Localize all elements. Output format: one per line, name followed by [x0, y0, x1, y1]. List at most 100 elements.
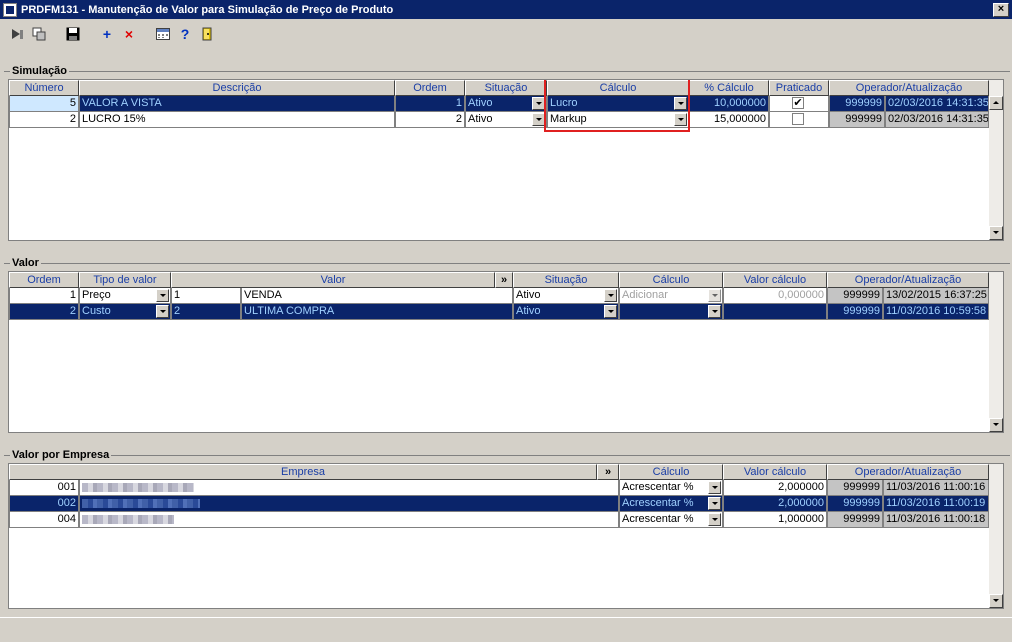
header-calculo[interactable]: Cálculo — [619, 272, 723, 288]
header-calculo[interactable]: Cálculo — [547, 80, 689, 96]
cell-ordem[interactable]: 2 — [9, 304, 79, 320]
situacao-dropdown[interactable]: Ativo — [465, 96, 547, 112]
situacao-dropdown[interactable]: Ativo — [513, 288, 619, 304]
calculo-value: Acrescentar % — [622, 513, 694, 525]
header-ordem[interactable]: Ordem — [9, 272, 79, 288]
copy-records-icon[interactable] — [28, 23, 50, 45]
cell-empresa-nome[interactable] — [79, 480, 619, 496]
praticado-checkbox[interactable]: ✔ — [792, 97, 804, 109]
header-calculo[interactable]: Cálculo — [619, 464, 723, 480]
vertical-scrollbar[interactable] — [989, 272, 1003, 432]
empresa-title: Valor por Empresa — [10, 448, 112, 462]
cell-valor-codigo[interactable]: 1 — [171, 288, 241, 304]
cell-empresa-codigo[interactable]: 001 — [9, 480, 79, 496]
save-icon[interactable] — [62, 23, 84, 45]
header-valor-calculo[interactable]: Valor cálculo — [723, 272, 827, 288]
calculo-dropdown[interactable]: Acrescentar % — [619, 496, 723, 512]
chevron-down-icon[interactable] — [674, 97, 687, 110]
header-ordem[interactable]: Ordem — [395, 80, 465, 96]
header-operador[interactable]: Operador/Atualização — [829, 80, 989, 96]
cell-empresa-codigo[interactable]: 004 — [9, 512, 79, 528]
header-valor[interactable]: Valor — [171, 272, 495, 288]
calculo-dropdown[interactable]: Adicionar — [619, 288, 723, 304]
cell-valor-descricao[interactable]: ULTIMA COMPRA — [241, 304, 513, 320]
vertical-scrollbar[interactable] — [989, 464, 1003, 608]
header-numero[interactable]: Número — [9, 80, 79, 96]
cell-numero[interactable]: 2 — [9, 112, 79, 128]
situacao-dropdown[interactable]: Ativo — [513, 304, 619, 320]
praticado-checkbox[interactable] — [792, 113, 804, 125]
redacted-text — [82, 482, 194, 492]
situacao-dropdown[interactable]: Ativo — [465, 112, 547, 128]
cell-valor-calculo[interactable]: 2,000000 — [723, 480, 827, 496]
calculo-dropdown[interactable]: Acrescentar % — [619, 480, 723, 496]
calculo-dropdown[interactable]: Acrescentar % — [619, 512, 723, 528]
chevron-down-icon[interactable] — [156, 305, 169, 318]
chevron-down-icon[interactable] — [708, 289, 721, 302]
chevron-down-icon[interactable] — [708, 305, 721, 318]
calendar-icon[interactable] — [152, 23, 174, 45]
cell-pct-calculo[interactable]: 10,000000 — [689, 96, 769, 112]
scroll-up-icon[interactable] — [989, 96, 1003, 110]
header-praticado[interactable]: Praticado — [769, 80, 829, 96]
tipo-valor-dropdown[interactable]: Preço — [79, 288, 171, 304]
header-empresa[interactable]: Empresa — [9, 464, 597, 480]
cell-pct-calculo[interactable]: 15,000000 — [689, 112, 769, 128]
first-record-icon[interactable] — [6, 23, 28, 45]
simulacao-title: Simulação — [10, 64, 70, 78]
calculo-dropdown[interactable]: Markup — [547, 112, 689, 128]
expand-button[interactable]: » — [597, 464, 619, 480]
cell-descricao[interactable]: LUCRO 15% — [79, 112, 395, 128]
chevron-down-icon[interactable] — [532, 113, 545, 126]
status-bar — [0, 617, 1012, 642]
add-icon[interactable]: + — [96, 23, 118, 45]
calculo-dropdown[interactable] — [619, 304, 723, 320]
cell-valor-codigo[interactable]: 2 — [171, 304, 241, 320]
chevron-down-icon[interactable] — [708, 481, 721, 494]
cell-valor-descricao[interactable]: VENDA — [241, 288, 513, 304]
cell-valor-calculo[interactable]: 2,000000 — [723, 496, 827, 512]
cell-ordem[interactable]: 1 — [395, 96, 465, 112]
vertical-scrollbar[interactable] — [989, 80, 1003, 240]
close-button[interactable]: × — [993, 2, 1009, 17]
cell-ordem[interactable]: 1 — [9, 288, 79, 304]
scroll-down-icon[interactable] — [989, 418, 1003, 432]
cell-descricao[interactable]: VALOR A VISTA — [79, 96, 395, 112]
tipo-valor-value: Custo — [82, 305, 111, 317]
header-operador[interactable]: Operador/Atualização — [827, 464, 989, 480]
chevron-down-icon[interactable] — [532, 97, 545, 110]
header-descricao[interactable]: Descrição — [79, 80, 395, 96]
chevron-down-icon[interactable] — [708, 513, 721, 526]
exit-door-icon[interactable] — [196, 23, 218, 45]
chevron-down-icon[interactable] — [674, 113, 687, 126]
cell-operador: 999999 — [827, 512, 883, 528]
cell-numero[interactable]: 5 — [9, 96, 79, 112]
scroll-down-icon[interactable] — [989, 594, 1003, 608]
situacao-value: Ativo — [516, 305, 541, 317]
expand-button[interactable]: » — [495, 272, 513, 288]
header-tipo-valor[interactable]: Tipo de valor — [79, 272, 171, 288]
cell-valor-calculo[interactable] — [723, 304, 827, 320]
tipo-valor-dropdown[interactable]: Custo — [79, 304, 171, 320]
header-situacao[interactable]: Situação — [513, 272, 619, 288]
header-valor-calculo[interactable]: Valor cálculo — [723, 464, 827, 480]
delete-icon[interactable]: × — [118, 23, 140, 45]
cell-valor-calculo[interactable]: 0,000000 — [723, 288, 827, 304]
cell-empresa-nome[interactable] — [79, 496, 619, 512]
chevron-down-icon[interactable] — [604, 289, 617, 302]
cell-praticado — [769, 112, 829, 128]
cell-empresa-codigo[interactable]: 002 — [9, 496, 79, 512]
cell-ordem[interactable]: 2 — [395, 112, 465, 128]
header-situacao[interactable]: Situação — [465, 80, 547, 96]
cell-valor-calculo[interactable]: 1,000000 — [723, 512, 827, 528]
chevron-down-icon[interactable] — [708, 497, 721, 510]
calculo-value: Acrescentar % — [622, 497, 694, 509]
scroll-down-icon[interactable] — [989, 226, 1003, 240]
chevron-down-icon[interactable] — [156, 289, 169, 302]
chevron-down-icon[interactable] — [604, 305, 617, 318]
header-pct-calculo[interactable]: % Cálculo — [689, 80, 769, 96]
calculo-dropdown[interactable]: Lucro — [547, 96, 689, 112]
help-icon[interactable]: ? — [174, 23, 196, 45]
cell-empresa-nome[interactable] — [79, 512, 619, 528]
header-operador[interactable]: Operador/Atualização — [827, 272, 989, 288]
